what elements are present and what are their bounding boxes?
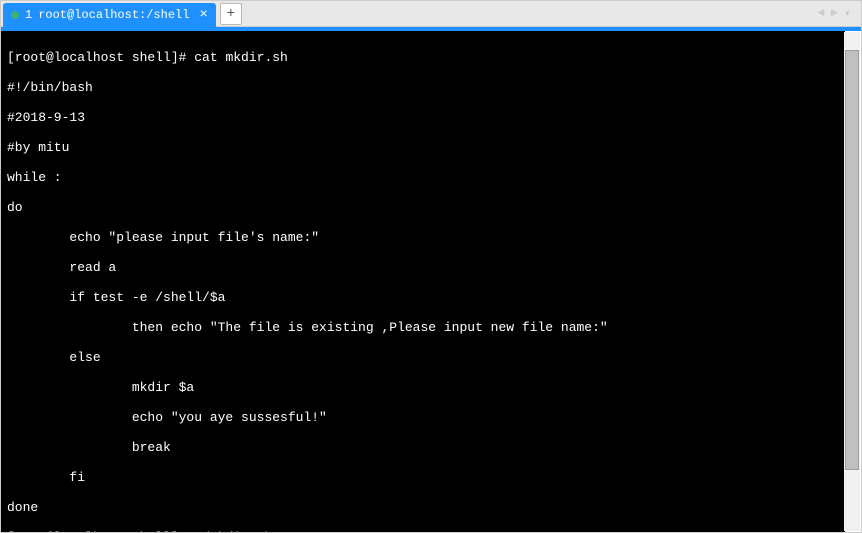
script-line: #2018-9-13 (7, 110, 839, 125)
prompt: [root@localhost shell]# (7, 50, 194, 65)
script-line: echo "please input file's name:" (7, 230, 839, 245)
script-line: #!/bin/bash (7, 80, 839, 95)
command-cat: cat mkdir.sh (194, 50, 288, 65)
tab-index: 1 (25, 8, 32, 22)
nav-prev-icon[interactable]: ◄ (817, 6, 824, 21)
script-line: then echo "The file is existing ,Please … (7, 320, 839, 335)
terminal-output[interactable]: [root@localhost shell]# cat mkdir.sh #!/… (1, 31, 845, 532)
script-line: #by mitu (7, 140, 839, 155)
nav-dropdown-icon[interactable]: ▾ (844, 6, 851, 21)
tab-active[interactable]: 1 root@localhost:/shell × (3, 3, 216, 27)
script-line: if test -e /shell/$a (7, 290, 839, 305)
command-run1: ./mkdir.sh (194, 530, 272, 532)
nav-arrows: ◄ ► ▾ (817, 6, 861, 21)
scrollbar[interactable] (844, 32, 860, 531)
nav-next-icon[interactable]: ► (831, 6, 838, 21)
script-line: do (7, 200, 839, 215)
script-line: while : (7, 170, 839, 185)
tab-title: root@localhost:/shell (38, 8, 189, 22)
script-line: mkdir $a (7, 380, 839, 395)
scrollbar-thumb[interactable] (845, 50, 859, 470)
script-line: fi (7, 470, 839, 485)
prompt: [root@localhost shell]# (7, 530, 194, 532)
script-line: echo "you aye sussesful!" (7, 410, 839, 425)
close-icon[interactable]: × (199, 7, 207, 23)
terminal-window: 1 root@localhost:/shell × + ◄ ► ▾ [root@… (0, 0, 862, 533)
tab-bar: 1 root@localhost:/shell × + ◄ ► ▾ (1, 1, 861, 27)
script-line: done (7, 500, 839, 515)
script-line: read a (7, 260, 839, 275)
status-dot-icon (11, 11, 19, 19)
add-tab-button[interactable]: + (220, 3, 242, 25)
script-line: else (7, 350, 839, 365)
script-line: break (7, 440, 839, 455)
